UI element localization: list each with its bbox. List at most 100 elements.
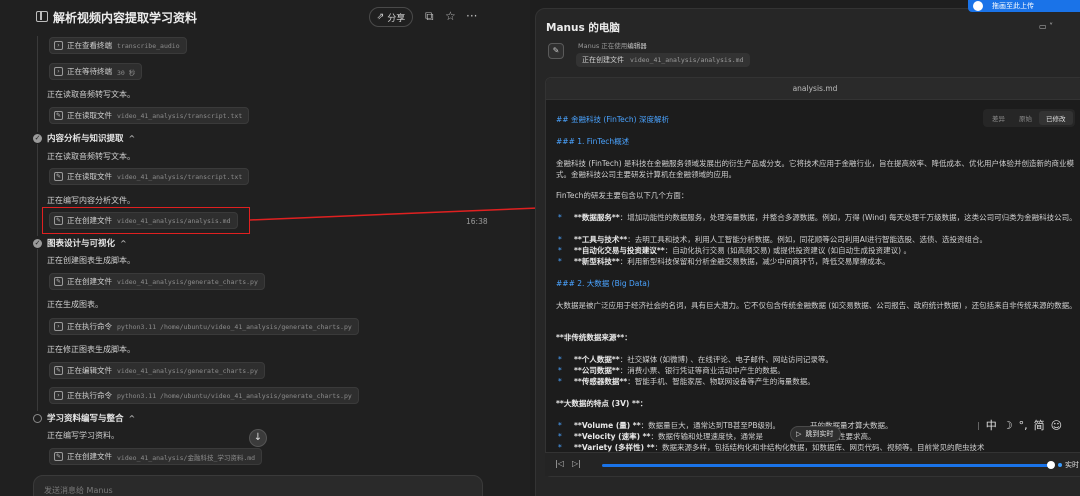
step-arg: video_41_analysis/generate_charts.py xyxy=(117,277,258,286)
md-bold: **工具与技术** xyxy=(574,235,628,244)
md-bold: **新型科技** xyxy=(574,257,620,266)
view-tabs: 差异 原始 已修改 xyxy=(983,109,1075,127)
md-bullet: **工具与技术**：去明工具和技术，利用人工智能分析数据。例如，同花顺等公司利用… xyxy=(556,234,987,245)
md-paragraph: **大数据的特点 (3V) **： xyxy=(556,399,648,408)
skip-forward-icon[interactable]: ▷| xyxy=(572,459,581,468)
scroll-down-button[interactable]: ↓ xyxy=(249,429,267,447)
step-action: 正在创建文件 xyxy=(67,277,112,286)
step-chip[interactable]: ✎ 正在读取文件 video_41_analysis/transcript.tx… xyxy=(49,168,250,185)
step-arg: video_41_analysis/transcript.txt xyxy=(117,172,243,181)
md-paragraph: **非传统数据来源**： xyxy=(556,333,632,342)
computer-title: Manus 的电脑 xyxy=(546,22,620,34)
chevron-up-icon: ^ xyxy=(120,238,127,248)
step-chip[interactable]: ✎ 正在编辑文件 video_41_analysis/generate_char… xyxy=(49,362,265,379)
ime-divider: | xyxy=(977,420,980,430)
tab-diff[interactable]: 差异 xyxy=(985,111,1012,125)
upload-icon xyxy=(973,1,983,11)
editor-pane: analysis.md 差异 原始 已修改 ## 金融科技 (FinTech) … xyxy=(545,77,1080,477)
step-arg: video_41_analysis/金融科技_学习资料.md xyxy=(117,453,256,462)
md-bold: **Velocity (速率) ** xyxy=(574,432,651,441)
arrow-down-icon: ↓ xyxy=(253,432,263,443)
timeline-line xyxy=(37,36,38,132)
step-arg: python3.11 /home/ubuntu/video_41_analysi… xyxy=(117,322,352,331)
progress-track[interactable] xyxy=(602,464,1050,467)
emoji-icon[interactable]: ☺ xyxy=(1051,419,1062,432)
ime-toolbar: | 中 ☽ °, 简 ☺ xyxy=(977,418,1080,432)
upload-badge-label: 拖画至此上传 xyxy=(992,2,1034,10)
step-chip[interactable]: ✎ 正在创建文件 video_41_analysis/金融科技_学习资料.md xyxy=(49,448,263,465)
timeline-line xyxy=(37,144,38,236)
tab-modified[interactable]: 已修改 xyxy=(1039,111,1073,125)
md-text: ：数据量巨大，通常达到TB甚至PB级别。 xyxy=(640,421,781,430)
check-icon: ✓ xyxy=(33,238,42,248)
ime-mode[interactable]: 中 xyxy=(986,417,997,433)
section-title: 内容分析与知识提取 xyxy=(47,134,124,144)
md-bold: **Variety (多样性) ** xyxy=(574,443,655,452)
terminal-icon: › xyxy=(54,67,63,76)
section-study[interactable]: 学习资料编写与整合 ^ xyxy=(33,412,135,424)
md-bold: **个人数据** xyxy=(574,355,620,364)
md-bullet: **公司数据**：消费小票、银行凭证等商业活动中产生的数据。 xyxy=(556,365,785,376)
step-action: 正在查看终端 xyxy=(67,41,112,50)
timeline-line xyxy=(37,249,38,411)
step-action: 正在读取文件 xyxy=(67,172,112,181)
section-title: 图表设计与可视化 xyxy=(47,239,116,249)
status-line: 正在读取音频转写文本。 xyxy=(47,152,135,161)
screen-toggle-icon[interactable]: ▭ ˅ xyxy=(1039,22,1053,31)
live-indicator: 实时 xyxy=(1058,460,1079,470)
current-action-chip: 正在创建文件 video_41_analysis/analysis.md xyxy=(576,53,750,67)
md-bold: **Volume (量) ** xyxy=(574,421,641,430)
terminal-icon: › xyxy=(54,322,63,331)
jump-to-live-button[interactable]: ▷ 跳到实时 xyxy=(790,426,842,442)
activity-feed: › 正在查看终端 transcribe_audio › 正在等待终端 30 秒 … xyxy=(0,0,530,496)
md-text: ：去明工具和技术，利用人工智能分析数据。例如，同花顺等公司利用AI进行智能选股、… xyxy=(627,235,988,244)
status-line: 正在创建图表生成脚本。 xyxy=(47,256,135,265)
progress-knob[interactable] xyxy=(1047,461,1055,469)
md-bold: **公司数据** xyxy=(574,366,620,375)
punctuation-icon[interactable]: °, xyxy=(1019,419,1028,432)
step-action: 正在执行命令 xyxy=(67,391,112,400)
annotation-arrow xyxy=(250,203,546,221)
step-chip[interactable]: › 正在执行命令 python3.11 /home/ubuntu/video_4… xyxy=(49,318,359,335)
step-chip[interactable]: › 正在查看终端 transcribe_audio xyxy=(49,37,187,54)
md-bullet: **自动化交易与投资建议**：自动化执行交易 (如高频交易) 或提供投资建议 (… xyxy=(556,245,911,256)
play-icon: ▷ xyxy=(796,430,802,438)
md-text: ：消费小票、银行凭证等商业活动中产生的数据。 xyxy=(619,366,785,375)
ime-simplified[interactable]: 简 xyxy=(1034,417,1045,433)
md-text: ：利用新型科技保留和分析金融交易数据，减少中间商环节，降低交易摩擦成本。 xyxy=(619,257,890,266)
md-heading: ### 1. FinTech概述 xyxy=(556,137,630,146)
status-line: 正在读取音频转写文本。 xyxy=(47,90,135,99)
message-input[interactable]: 发送消息给 Manus xyxy=(33,475,483,496)
step-chip[interactable]: ✎ 正在创建文件 video_41_analysis/generate_char… xyxy=(49,273,265,290)
terminal-icon: › xyxy=(54,391,63,400)
step-chip[interactable]: ✎ 正在读取文件 video_41_analysis/transcript.tx… xyxy=(49,107,250,124)
md-bold: **传感器数据** xyxy=(574,377,628,386)
tab-original[interactable]: 原始 xyxy=(1012,111,1039,125)
file-edit-icon: ✎ xyxy=(54,277,63,286)
upload-badge[interactable]: 拖画至此上传 xyxy=(968,0,1080,12)
chevron-up-icon: ^ xyxy=(128,133,136,143)
step-chip[interactable]: › 正在执行命令 python3.11 /home/ubuntu/video_4… xyxy=(49,387,359,404)
using-tool: 编辑器 xyxy=(627,42,647,50)
md-text: ：数据传输和处理速度快，通常是 xyxy=(650,432,763,441)
status-line: 正在编写内容分析文件。 xyxy=(47,196,135,205)
md-bullet: **个人数据**：社交媒体 (如微博) 、在线评论、电子邮件、网站访问记录等。 xyxy=(556,354,833,365)
step-arg: video_41_analysis/transcript.txt xyxy=(117,111,243,120)
md-text: ：自动化执行交易 (如高频交易) 或提供投资建议 (如自动生成投资建议) 。 xyxy=(664,246,911,255)
step-arg: video_41_analysis/generate_charts.py xyxy=(117,366,258,375)
step-arg: transcribe_audio xyxy=(117,41,180,50)
moon-icon[interactable]: ☽ xyxy=(1003,419,1013,432)
file-tab[interactable]: analysis.md xyxy=(546,78,1080,100)
step-chip[interactable]: › 正在等待终端 30 秒 xyxy=(49,63,143,80)
md-text: ：社交媒体 (如微博) 、在线评论、电子邮件、网站访问记录等。 xyxy=(619,355,833,364)
md-bullet: **数据服务**：增加功能性的数据服务，处理海量数据，并整合多源数据。例如，万得… xyxy=(556,212,1080,223)
skip-back-icon[interactable]: |◁ xyxy=(555,459,564,468)
md-paragraph: FinTech的研发主要包含以下几个方面： xyxy=(556,191,689,200)
section-analysis[interactable]: ✓ 内容分析与知识提取 ^ xyxy=(33,132,135,144)
md-paragraph: 大数据是被广泛应用于经济社会的名词，具有巨大潜力。它不仅包含传统金融数据 (如交… xyxy=(556,301,1077,310)
md-text: ：智能手机、智能家居、物联网设备等产生的海量数据。 xyxy=(627,377,815,386)
md-bullet: **传感器数据**：智能手机、智能家居、物联网设备等产生的海量数据。 xyxy=(556,376,815,387)
file-edit-icon: ✎ xyxy=(54,366,63,375)
file-edit-icon: ✎ xyxy=(54,452,63,461)
section-charts[interactable]: ✓ 图表设计与可视化 ^ xyxy=(33,237,127,249)
